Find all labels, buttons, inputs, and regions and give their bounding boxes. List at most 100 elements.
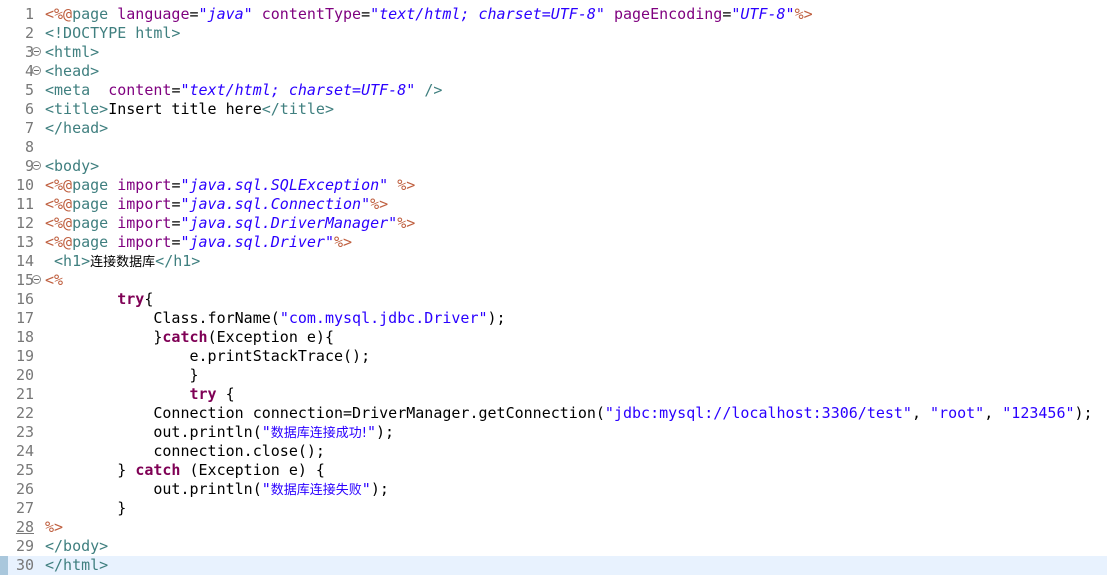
line-number: 19 [15,347,34,365]
code-line[interactable]: 20 } [0,366,1107,385]
code-token: = [189,5,199,23]
code-token: "text/html; charset=UTF-8" [370,5,605,23]
code-token: contentType [261,5,362,23]
code-text: Connection connection=DriverManager.getC… [45,404,1092,423]
fold-collapse-icon[interactable] [32,275,41,284]
code-line[interactable]: 29 </body> [0,537,1107,556]
line-number: 27 [15,499,34,517]
code-line[interactable]: 5 <meta content="text/html; charset=UTF-8… [0,81,1107,100]
code-line[interactable]: 24 connection.close(); [0,442,1107,461]
line-number: 13 [15,233,34,251]
line-number: 23 [15,423,34,441]
code-line[interactable]: 10 <%@page import="java.sql.SQLException"… [0,176,1107,195]
code-text: </body> [45,537,108,556]
line-gutter: 18 [0,328,44,347]
code-token: = [361,5,371,23]
line-number: 20 [15,366,34,384]
code-line[interactable]: 22 Connection connection=DriverManager.g… [0,404,1107,423]
line-gutter: 16 [0,290,44,309]
code-line[interactable]: 21 try { [0,385,1107,404]
code-line[interactable]: 17 Class.forName("com.mysql.jdbc.Driver"… [0,309,1107,328]
code-text: <%@page import="java.sql.SQLException" %… [45,176,415,195]
code-line[interactable]: 4 <head> [0,62,1107,81]
code-line[interactable]: 30 </html> [0,556,1107,575]
code-line[interactable]: 7 </head> [0,119,1107,138]
code-token: " [361,480,371,498]
line-number: 29 [15,537,34,555]
code-token: ); [487,309,506,327]
code-text: connection.close(); [45,442,325,461]
code-token: <%@ [45,195,73,213]
line-gutter: 25 [0,461,44,480]
line-gutter: 6 [0,100,44,119]
code-line[interactable]: 28 %> [0,518,1107,537]
code-line[interactable]: 13 <%@page import="java.sql.Driver"%> [0,233,1107,252]
code-token: (Exception e){ [207,328,334,346]
code-text: </html> [45,556,108,575]
code-token: <head> [45,62,100,80]
code-line[interactable]: 16 try{ [0,290,1107,309]
code-token: out.println( [45,480,262,498]
code-token: </body> [45,537,109,555]
line-gutter: 29 [0,537,44,556]
line-gutter: 17 [0,309,44,328]
code-line[interactable]: 1 <%@page language="java" contentType="te… [0,5,1107,24]
code-line[interactable]: 14 <h1>连接数据库</h1> [0,252,1107,271]
code-token: /> [424,81,443,99]
code-line[interactable]: 18 }catch(Exception e){ [0,328,1107,347]
line-number: 1 [24,5,34,23]
code-token: "java.sql.Connection" [180,195,371,213]
code-token: %> [370,195,389,213]
code-line[interactable]: 25 } catch (Exception e) { [0,461,1107,480]
code-line[interactable]: 26 out.println("数据库连接失败"); [0,480,1107,499]
code-line[interactable]: 15 <% [0,271,1107,290]
fold-collapse-icon[interactable] [32,161,41,170]
code-line[interactable]: 8 [0,138,1107,157]
code-token: content [108,81,172,99]
code-editor[interactable]: 1 <%@page language="java" contentType="te… [0,0,1107,577]
code-line[interactable]: 11 <%@page import="java.sql.Connection"%> [0,195,1107,214]
code-token: "UTF-8" [731,5,795,23]
line-gutter: 10 [0,176,44,195]
code-token: page [72,5,118,23]
code-text: } catch (Exception e) { [45,461,325,480]
line-number: 21 [15,385,34,403]
code-text: </head> [45,119,108,138]
line-number: 30 [15,556,34,574]
code-line[interactable]: 19 e.printStackTrace(); [0,347,1107,366]
code-line[interactable]: 27 } [0,499,1107,518]
line-number: 17 [15,309,34,327]
code-token: " [261,423,271,441]
code-token: connection.close(); [45,442,325,460]
fold-collapse-icon[interactable] [32,66,41,75]
code-line[interactable]: 6 <title>Insert title here</title> [0,100,1107,119]
code-line[interactable]: 2 <!DOCTYPE html> [0,24,1107,43]
code-token: "123456" [1002,404,1075,422]
code-token: page [72,214,118,232]
line-gutter: 14 [0,252,44,271]
line-number: 18 [15,328,34,346]
code-token: Class.forName( [45,309,280,327]
code-line[interactable]: 12 <%@page import="java.sql.DriverManager… [0,214,1107,233]
code-token: "root" [930,404,985,422]
line-number: 12 [15,214,34,232]
fold-collapse-icon[interactable] [32,47,41,56]
code-line[interactable]: 23 out.println("数据库连接成功!"); [0,423,1107,442]
code-token: </head> [45,119,109,137]
code-token: } [45,461,136,479]
line-gutter: 8 [0,138,44,157]
line-gutter: 21 [0,385,44,404]
line-gutter: 23 [0,423,44,442]
line-number: 10 [15,176,34,194]
code-token: <%@ [45,176,73,194]
code-token: %> [397,176,416,194]
code-line[interactable]: 3 <html> [0,43,1107,62]
code-line[interactable]: 9 <body> [0,157,1107,176]
code-token: %> [794,5,813,23]
code-token: } [45,499,127,517]
line-number: 16 [15,290,34,308]
line-gutter: 28 [0,518,44,537]
code-text: try { [45,385,235,404]
